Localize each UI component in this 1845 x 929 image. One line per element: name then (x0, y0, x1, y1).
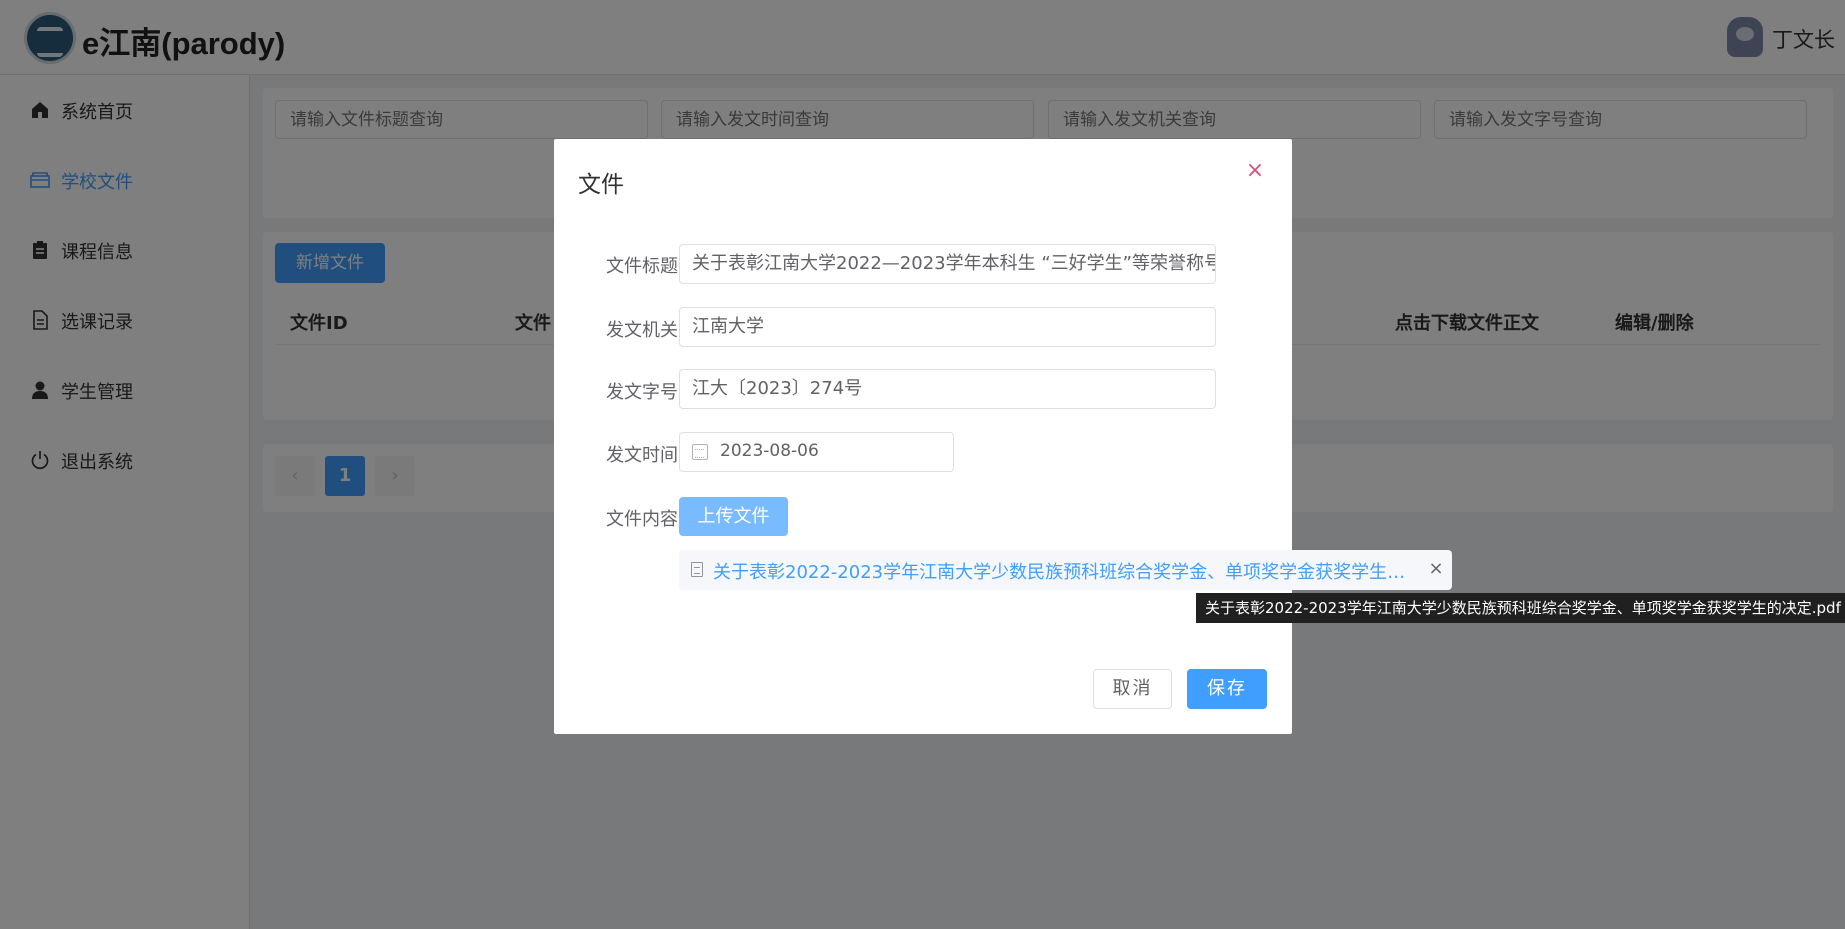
close-icon[interactable]: × (1243, 159, 1267, 183)
number-label: 发文字号 (606, 382, 678, 403)
date-value: 2023-08-06 (720, 441, 819, 461)
date-picker[interactable]: 2023-08-06 (679, 432, 954, 472)
file-dialog: 文件 × 文件标题 关于表彰江南大学2022—2023学年本科生 “三好学生”等… (554, 139, 1292, 734)
content-label: 文件内容 (606, 509, 678, 530)
cancel-button[interactable]: 取消 (1093, 669, 1172, 709)
calendar-icon (692, 444, 708, 460)
title-label: 文件标题 (606, 256, 678, 277)
date-label: 发文时间 (606, 445, 678, 466)
org-label: 发文机关 (606, 320, 678, 341)
save-button[interactable]: 保存 (1187, 669, 1267, 709)
upload-file-button[interactable]: 上传文件 (679, 497, 788, 536)
file-icon (691, 562, 703, 577)
number-field[interactable]: 江大〔2023〕274号 (679, 369, 1216, 409)
org-field[interactable]: 江南大学 (679, 307, 1216, 347)
close-icon[interactable]: × (1426, 558, 1446, 580)
title-field[interactable]: 关于表彰江南大学2022—2023学年本科生 “三好学生”等荣誉称号获 (679, 244, 1216, 284)
uploaded-file-name[interactable]: 关于表彰2022-2023学年江南大学少数民族预科班综合奖学金、单项奖学金获奖学… (713, 558, 1413, 584)
file-name-tooltip: 关于表彰2022-2023学年江南大学少数民族预科班综合奖学金、单项奖学金获奖学… (1196, 593, 1845, 623)
dialog-title: 文件 (578, 172, 624, 198)
uploaded-file-item[interactable]: 关于表彰2022-2023学年江南大学少数民族预科班综合奖学金、单项奖学金获奖学… (679, 550, 1452, 590)
